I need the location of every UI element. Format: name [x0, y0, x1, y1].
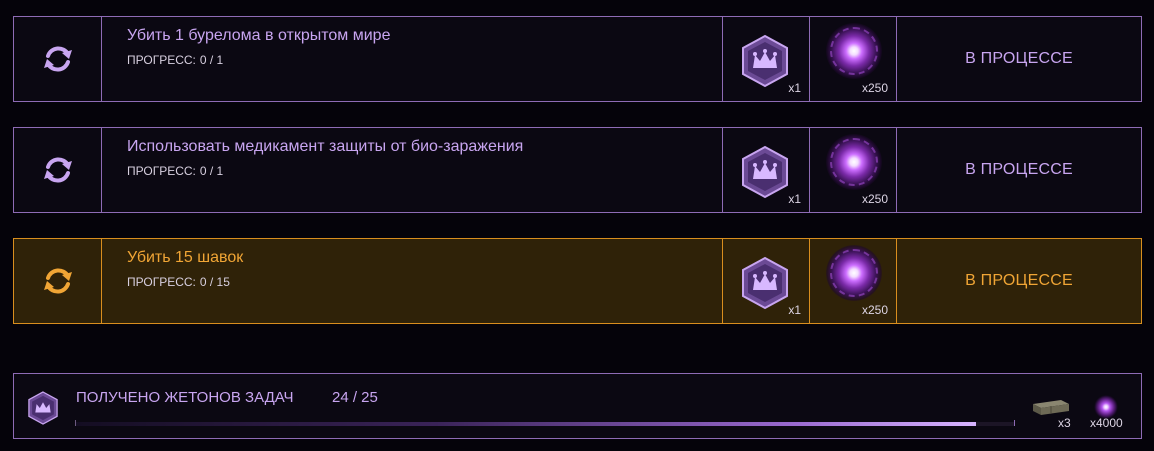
ammo-crate-icon: [1033, 400, 1069, 415]
reward-badge: x1: [723, 128, 810, 212]
orb-qty: x250: [861, 81, 888, 95]
task-status: В ПРОЦЕССЕ: [897, 128, 1141, 212]
task-info: Убить 1 бурелома в открытом мире ПРОГРЕС…: [102, 17, 723, 101]
crate-qty: x3: [1058, 416, 1071, 430]
orb-qty: x250: [861, 303, 888, 317]
status-text: В ПРОЦЕССЕ: [965, 272, 1073, 289]
refresh-button[interactable]: [14, 128, 102, 212]
orb-qty: x250: [861, 192, 888, 206]
progress-end-tick: [1014, 420, 1015, 426]
progress-label: ПРОГРЕСС:: [127, 53, 196, 67]
refresh-icon: [43, 268, 72, 294]
crown-badge-icon: [742, 145, 788, 199]
badge-qty: x1: [788, 81, 801, 95]
task-title: Убить 1 бурелома в открытом мире: [127, 27, 391, 44]
reward-orb: x250: [810, 239, 897, 323]
task-row-3[interactable]: Убить 15 шавок ПРОГРЕСС: 0 / 15 x1 x250 В…: [13, 238, 1142, 324]
tokens-count: 24 / 25: [332, 389, 378, 406]
badge-qty: x1: [788, 192, 801, 206]
reward-badge: x1: [723, 239, 810, 323]
reward-orb: x250: [810, 128, 897, 212]
task-info: Использовать медикамент защиты от био-за…: [102, 128, 723, 212]
crown-badge-icon: [28, 391, 58, 425]
task-status: В ПРОЦЕССЕ: [897, 17, 1141, 101]
progress-value: 0 / 15: [199, 275, 230, 289]
refresh-button[interactable]: [14, 239, 102, 323]
badge-qty: x1: [788, 303, 801, 317]
reward-badge: x1: [723, 17, 810, 101]
orb-total-qty: x4000: [1090, 416, 1123, 430]
task-title: Убить 15 шавок: [127, 249, 244, 266]
progress-value: 0 / 1: [199, 53, 224, 67]
task-row-1[interactable]: Убить 1 бурелома в открытом мире ПРОГРЕС…: [13, 16, 1142, 102]
purple-orb-icon: [826, 245, 882, 301]
tokens-progress-fill: [76, 422, 977, 426]
reward-orb: x250: [810, 17, 897, 101]
purple-orb-icon: [826, 134, 882, 190]
status-text: В ПРОЦЕССЕ: [965, 50, 1073, 67]
refresh-icon: [43, 157, 72, 183]
task-progress: ПРОГРЕСС: 0 / 1: [127, 164, 223, 178]
crown-badge-icon: [742, 256, 788, 310]
task-row-2[interactable]: Использовать медикамент защиты от био-за…: [13, 127, 1142, 213]
refresh-button[interactable]: [14, 17, 102, 101]
task-info: Убить 15 шавок ПРОГРЕСС: 0 / 15: [102, 239, 723, 323]
refresh-icon: [43, 46, 72, 72]
progress-label: ПРОГРЕСС:: [127, 164, 196, 178]
crown-badge-icon: [742, 34, 788, 88]
purple-orb-icon: [826, 23, 882, 79]
progress-label: ПРОГРЕСС:: [127, 275, 196, 289]
status-text: В ПРОЦЕССЕ: [965, 161, 1073, 178]
tokens-label: ПОЛУЧЕНО ЖЕТОНОВ ЗАДАЧ: [76, 389, 294, 406]
progress-value: 0 / 1: [199, 164, 224, 178]
task-title: Использовать медикамент защиты от био-за…: [127, 138, 524, 155]
task-tokens-panel: ПОЛУЧЕНО ЖЕТОНОВ ЗАДАЧ 24 / 25 x3 x4000: [13, 373, 1142, 439]
task-progress: ПРОГРЕСС: 0 / 15: [127, 275, 230, 289]
task-progress: ПРОГРЕСС: 0 / 1: [127, 53, 223, 67]
task-status: В ПРОЦЕССЕ: [897, 239, 1141, 323]
tokens-progress-bar: [75, 420, 1015, 426]
